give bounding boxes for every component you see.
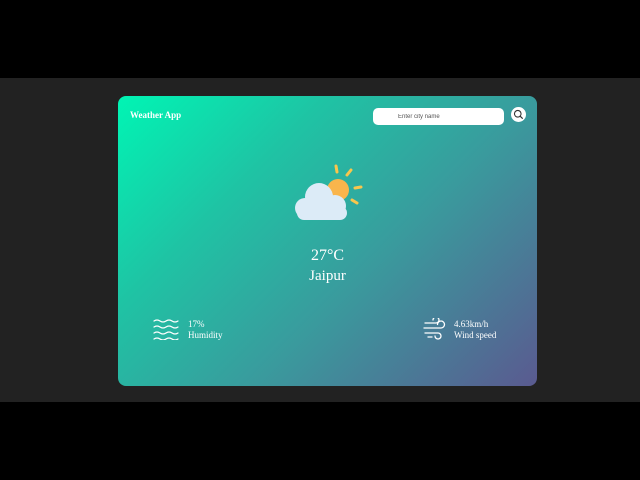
humidity-label: Humidity bbox=[188, 330, 223, 340]
city-search-input[interactable] bbox=[373, 108, 504, 125]
humidity-value: 17% bbox=[188, 319, 205, 329]
partly-cloudy-icon bbox=[295, 164, 363, 220]
city-name: Jaipur bbox=[309, 268, 346, 284]
wind-value: 4.63km/h bbox=[454, 319, 489, 329]
search-icon bbox=[513, 109, 523, 119]
wind-label: Wind speed bbox=[454, 330, 497, 340]
app-title: Weather App bbox=[130, 110, 182, 120]
search-button[interactable] bbox=[511, 107, 526, 122]
wind-block: 4.63km/h Wind speed bbox=[423, 317, 533, 343]
humidity-block: 17% Humidity bbox=[153, 317, 273, 343]
temperature: 27°C bbox=[310, 247, 345, 264]
wind-icon bbox=[423, 318, 446, 340]
humidity-waves-icon bbox=[153, 319, 179, 340]
weather-card: Weather App 27°C Jaipur bbox=[118, 96, 537, 386]
